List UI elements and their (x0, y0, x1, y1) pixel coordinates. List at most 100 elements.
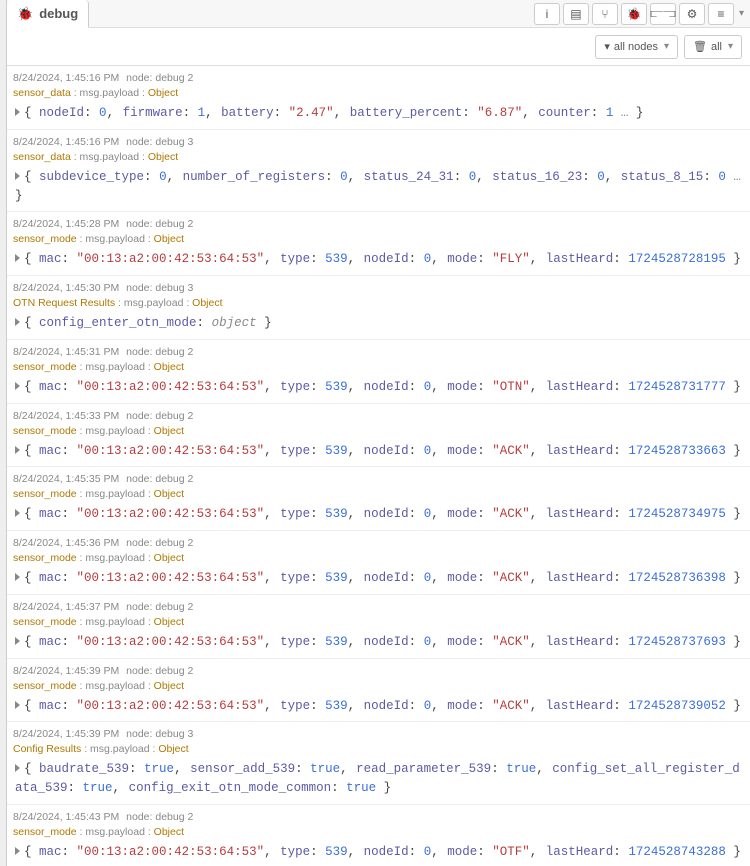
topic-type: Object (192, 297, 222, 309)
expand-icon[interactable] (15, 573, 20, 581)
node-label[interactable]: node: debug 3 (123, 282, 193, 294)
more-dropdown[interactable]: ▾ (739, 8, 744, 19)
object-key: sensor_add_539 (190, 762, 295, 776)
settings-button[interactable]: ⚙ (679, 3, 705, 25)
node-label[interactable]: node: debug 2 (123, 218, 193, 230)
expand-icon[interactable] (15, 108, 20, 116)
message-header: 8/24/2024, 1:45:33 PM node: debug 2 (13, 408, 746, 424)
object-key: type (280, 845, 310, 859)
topic-path: : msg.payload : (71, 87, 148, 99)
chart-icon: ⫍⫎ (650, 6, 676, 21)
message-header: 8/24/2024, 1:45:28 PM node: debug 2 (13, 216, 746, 232)
node-label[interactable]: node: debug 2 (123, 537, 193, 549)
object-key: mac (39, 507, 62, 521)
topic-type: Object (154, 488, 184, 500)
topic-name: sensor_mode (13, 361, 77, 373)
object-key: status_16_23 (492, 170, 582, 184)
message-header: 8/24/2024, 1:45:16 PM node: debug 2 (13, 70, 746, 86)
expand-icon[interactable] (15, 509, 20, 517)
message-list[interactable]: 8/24/2024, 1:45:16 PM node: debug 2 senso… (7, 66, 750, 866)
timestamp: 8/24/2024, 1:45:33 PM (13, 410, 119, 422)
message-header: 8/24/2024, 1:45:31 PM node: debug 2 (13, 344, 746, 360)
object-value: "00:13:a2:00:42:53:64:53" (77, 380, 265, 394)
object-value: "ACK" (492, 699, 530, 713)
chart-button[interactable]: ⫍⫎ (650, 3, 676, 25)
expand-icon[interactable] (15, 254, 20, 262)
ellipsis[interactable]: … (726, 170, 741, 184)
debug-tab-button[interactable]: 🐞 (621, 3, 647, 25)
timestamp: 8/24/2024, 1:45:16 PM (13, 136, 119, 148)
clear-all-button[interactable]: 🗑 all ▾ (684, 35, 742, 59)
branches-button[interactable]: ⑂ (592, 3, 618, 25)
expand-icon[interactable] (15, 446, 20, 454)
tab-debug[interactable]: 🐞 debug (7, 0, 89, 28)
node-label[interactable]: node: debug 3 (123, 136, 193, 148)
object-value: 539 (325, 699, 348, 713)
help-button[interactable]: ▤ (563, 3, 589, 25)
info-button[interactable]: i (534, 3, 560, 25)
debug-message: 8/24/2024, 1:45:30 PM node: debug 3OTN R… (7, 275, 750, 339)
expand-icon[interactable] (15, 701, 20, 709)
object-key: type (280, 444, 310, 458)
topic-name: sensor_data (13, 151, 71, 163)
object-value: "00:13:a2:00:42:53:64:53" (77, 444, 265, 458)
object-value: 539 (325, 845, 348, 859)
object-value: 539 (325, 507, 348, 521)
expand-icon[interactable] (15, 382, 20, 390)
message-header: 8/24/2024, 1:45:36 PM node: debug 2 (13, 535, 746, 551)
message-topic: sensor_mode : msg.payload : Object (13, 360, 746, 376)
object-value: "00:13:a2:00:42:53:64:53" (77, 699, 265, 713)
expand-icon[interactable] (15, 764, 20, 772)
node-label[interactable]: node: debug 2 (123, 665, 193, 677)
object-value: 0 (99, 106, 107, 120)
object-key: firmware (123, 106, 183, 120)
node-label[interactable]: node: debug 2 (123, 72, 193, 84)
topic-path: : msg.payload : (77, 425, 154, 437)
tab-label: debug (39, 6, 78, 21)
topic-type: Object (148, 87, 178, 99)
expand-icon[interactable] (15, 172, 20, 180)
object-value: "2.47" (289, 106, 334, 120)
object-value: true (144, 762, 174, 776)
bug-icon: 🐞 (17, 6, 33, 22)
object-value: "00:13:a2:00:42:53:64:53" (77, 845, 265, 859)
object-key: type (280, 635, 310, 649)
object-key: mode (447, 571, 477, 585)
object-value: 539 (325, 444, 348, 458)
expand-icon[interactable] (15, 847, 20, 855)
node-label[interactable]: node: debug 2 (123, 601, 193, 613)
object-value: true (346, 781, 376, 795)
debug-message: 8/24/2024, 1:45:16 PM node: debug 3senso… (7, 129, 750, 212)
object-value: 0 (340, 170, 348, 184)
filter-nodes-button[interactable]: ▾ all nodes ▾ (595, 35, 678, 59)
timestamp: 8/24/2024, 1:45:43 PM (13, 811, 119, 823)
object-key: lastHeard (546, 845, 614, 859)
context-button[interactable]: ≡ (708, 3, 734, 25)
object-value: true (310, 762, 340, 776)
topic-path: : msg.payload : (77, 233, 154, 245)
expand-icon[interactable] (15, 637, 20, 645)
timestamp: 8/24/2024, 1:45:39 PM (13, 728, 119, 740)
message-header: 8/24/2024, 1:45:16 PM node: debug 3 (13, 134, 746, 150)
message-header: 8/24/2024, 1:45:30 PM node: debug 3 (13, 280, 746, 296)
node-label[interactable]: node: debug 2 (123, 473, 193, 485)
topic-type: Object (154, 826, 184, 838)
message-body: { mac: "00:13:a2:00:42:53:64:53", type: … (13, 248, 746, 271)
message-body: { mac: "00:13:a2:00:42:53:64:53", type: … (13, 841, 746, 864)
timestamp: 8/24/2024, 1:45:39 PM (13, 665, 119, 677)
object-value: 1724528737693 (628, 635, 726, 649)
node-label[interactable]: node: debug 2 (123, 346, 193, 358)
topic-name: sensor_mode (13, 425, 77, 437)
node-label[interactable]: node: debug 2 (123, 811, 193, 823)
ellipsis[interactable]: … (613, 106, 636, 120)
topic-type: Object (154, 233, 184, 245)
node-label[interactable]: node: debug 2 (123, 410, 193, 422)
topic-name: sensor_mode (13, 488, 77, 500)
node-label[interactable]: node: debug 3 (123, 728, 193, 740)
debug-message: 8/24/2024, 1:45:39 PM node: debug 2senso… (7, 658, 750, 722)
expand-icon[interactable] (15, 318, 20, 326)
object-key: mac (39, 444, 62, 458)
object-value: "6.87" (477, 106, 522, 120)
object-value: "FLY" (492, 252, 530, 266)
object-key: battery (221, 106, 274, 120)
